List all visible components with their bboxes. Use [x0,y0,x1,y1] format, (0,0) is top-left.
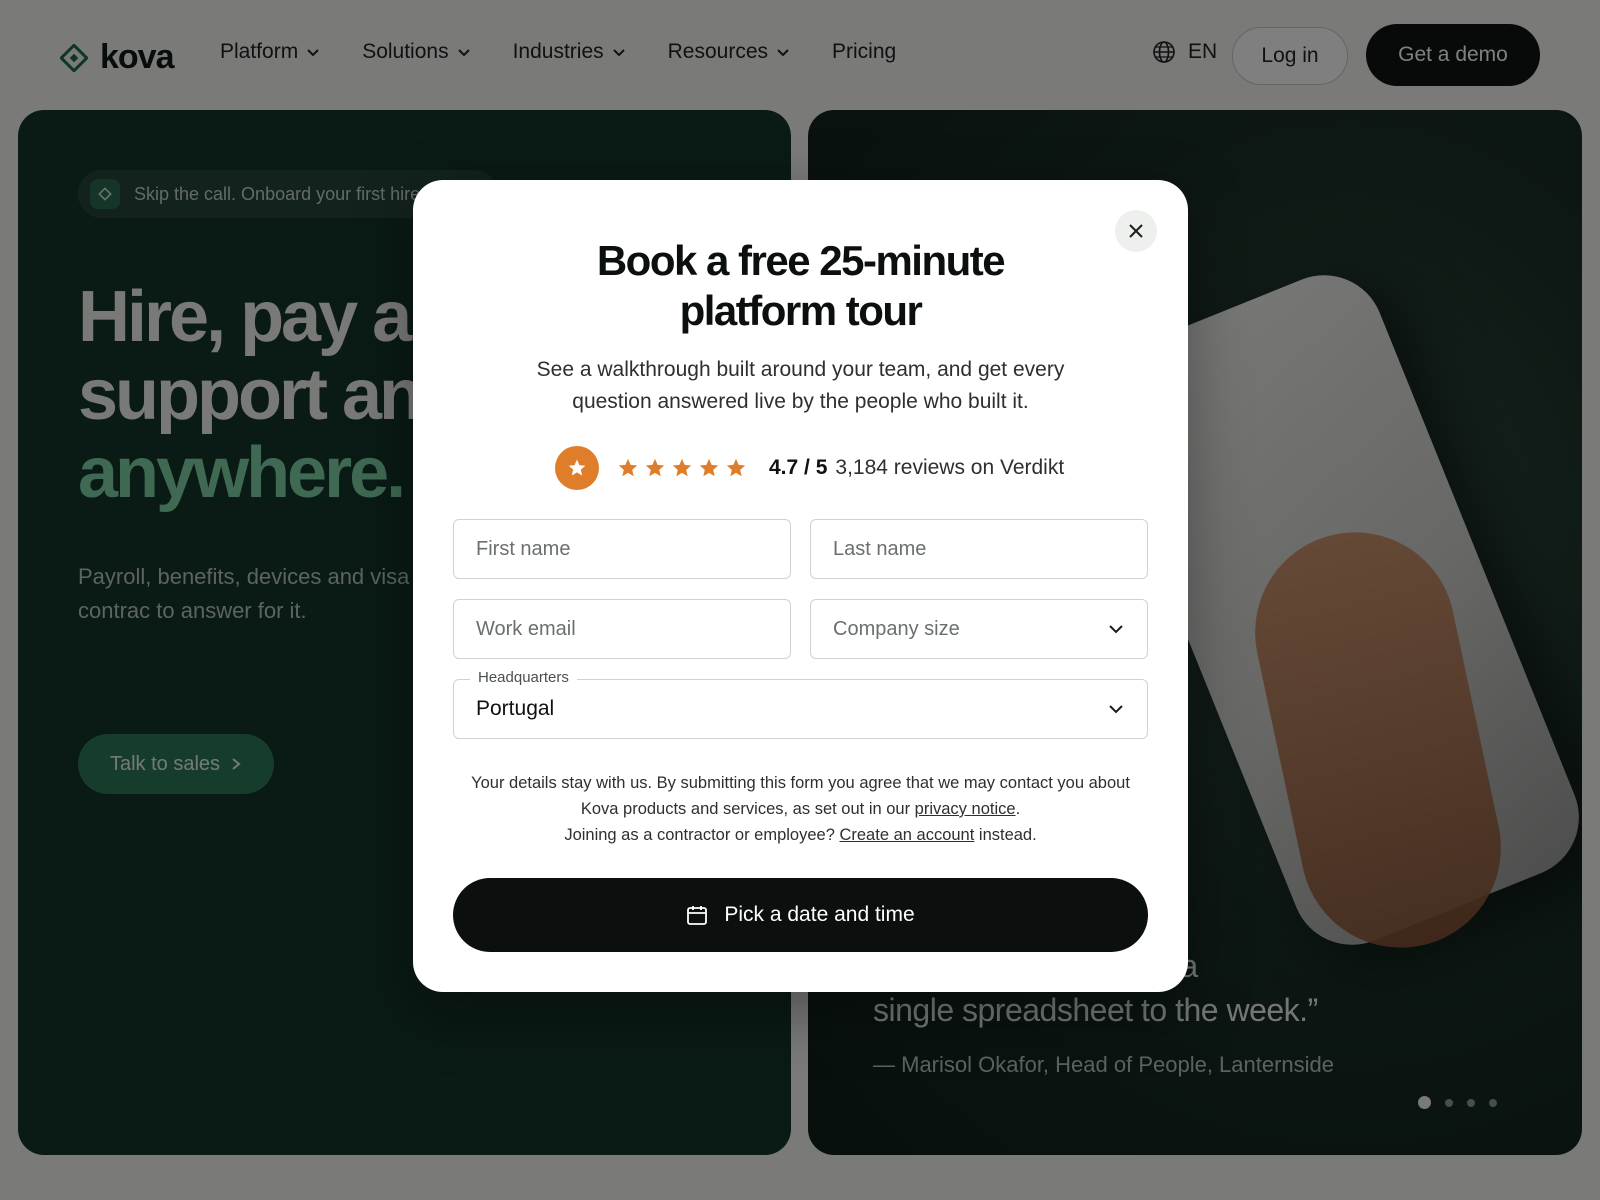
legal-text: Your details stay with us. By submitting… [471,774,1130,818]
work-email-field[interactable]: Work email [453,599,791,659]
star-icon [726,458,746,477]
modal-title: Book a free 25-minute platform tour [413,236,1188,336]
modal-title-line: platform tour [679,287,923,334]
first-name-placeholder: First name [476,537,571,560]
chevron-down-icon [1109,705,1123,714]
calendar-icon [687,906,708,925]
modal-title-line: Book a free 25-minute [596,237,1006,284]
last-name-placeholder: Last name [833,537,927,560]
chevron-down-icon [1109,625,1123,634]
star-icon [568,459,586,476]
work-email-placeholder: Work email [476,617,576,640]
star-icon [618,458,638,477]
star-rating [617,457,747,479]
rating-count: 3,184 reviews on Verdikt [835,456,1065,479]
headquarters-select[interactable]: Headquarters Portugal [453,669,1148,739]
rating-row: 4.7 / 5 3,184 reviews on Verdikt [555,446,1064,490]
book-demo-modal: Book a free 25-minute platform tour See … [413,180,1188,992]
star-icon [699,458,719,477]
rating-score: 4.7 / 5 [769,456,828,479]
company-size-placeholder: Company size [833,617,960,640]
contractor-text: Joining as a contractor or employee? [564,826,840,844]
headquarters-label: Headquarters [470,669,577,686]
create-account-link[interactable]: Create an account [839,826,974,844]
pick-date-button[interactable]: Pick a date and time [453,878,1148,952]
star-icon [672,458,692,477]
pick-date-label: Pick a date and time [724,903,915,926]
verdikt-badge-icon [555,446,599,490]
legal-notice: Your details stay with us. By submitting… [453,770,1148,848]
star-icon [645,458,665,477]
contractor-text-end: instead. [974,826,1037,844]
legal-text-end: . [1015,800,1021,818]
company-size-select[interactable]: Company size [810,599,1148,659]
modal-subtitle: See a walkthrough built around your team… [536,358,1065,413]
headquarters-value: Portugal [476,697,555,720]
last-name-field[interactable]: Last name [810,519,1148,579]
first-name-field[interactable]: First name [453,519,791,579]
privacy-notice-link[interactable]: privacy notice [915,800,1016,818]
